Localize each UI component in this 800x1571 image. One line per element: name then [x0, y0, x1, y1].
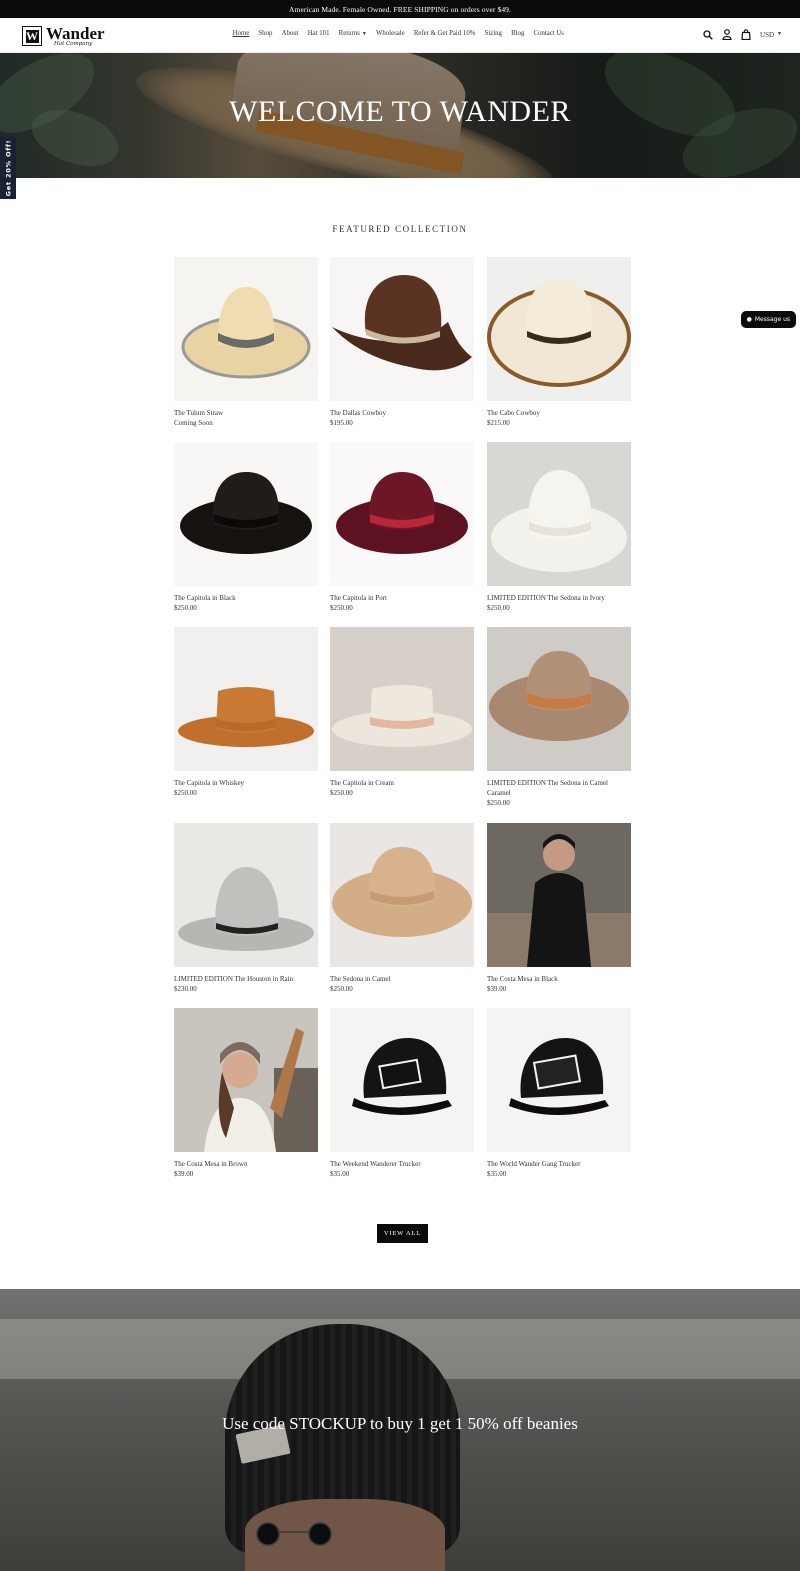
product-card[interactable]: LIMITED EDITION The Houston in Rain $230…: [174, 823, 318, 994]
hero-banner: WELCOME TO WANDER: [0, 53, 800, 178]
product-image[interactable]: [330, 823, 474, 967]
nav-refer[interactable]: Refer & Get Paid 10%: [409, 30, 480, 37]
message-us-button[interactable]: ● Message us: [740, 311, 796, 328]
product-image[interactable]: [487, 823, 631, 967]
product-image[interactable]: [174, 627, 318, 771]
product-title[interactable]: The Capitola in Whiskey: [174, 778, 318, 788]
product-card[interactable]: The Cabo Cowboy $215.00: [487, 257, 631, 428]
promo-text: Use code STOCKUP to buy 1 get 1 50% off …: [222, 1414, 578, 1433]
cart-icon[interactable]: [741, 29, 751, 40]
account-icon[interactable]: [722, 29, 732, 40]
product-price: $250.00: [330, 789, 353, 797]
product-card[interactable]: The Tulum Straw Coming Soon: [174, 257, 318, 428]
product-image[interactable]: [330, 1008, 474, 1152]
nav-returns[interactable]: Returns ▼: [334, 30, 371, 37]
product-price: $215.00: [487, 419, 510, 427]
chevron-down-icon: ▼: [361, 32, 367, 37]
nav-shop[interactable]: Shop: [254, 30, 277, 37]
product-image[interactable]: [174, 1008, 318, 1152]
product-image[interactable]: [487, 627, 631, 771]
product-card[interactable]: LIMITED EDITION The Sedona in Ivory $250…: [487, 442, 631, 613]
chat-icon: ●: [746, 316, 752, 323]
product-title[interactable]: LIMITED EDITION The Sedona in Ivory: [487, 593, 631, 603]
product-card[interactable]: LIMITED EDITION The Sedona in Camel Cara…: [487, 627, 631, 808]
product-title[interactable]: LIMITED EDITION The Sedona in Camel Cara…: [487, 778, 631, 798]
product-price: $250.00: [487, 604, 510, 612]
product-image[interactable]: [330, 442, 474, 586]
product-price: $250.00: [330, 985, 353, 993]
product-title[interactable]: The Tulum Straw: [174, 408, 318, 418]
logo-mark: W: [22, 26, 42, 46]
product-image[interactable]: [487, 257, 631, 401]
product-image[interactable]: [174, 823, 318, 967]
nav-home[interactable]: Home: [228, 30, 254, 37]
product-price: $195.00: [330, 419, 353, 427]
product-price: $230.00: [174, 985, 197, 993]
product-card[interactable]: The World Wander Gang Trucker $35.00: [487, 1008, 631, 1179]
product-card[interactable]: The Capitola in Black $250.00: [174, 442, 318, 613]
chevron-down-icon: ▼: [777, 32, 782, 37]
product-price: $250.00: [174, 789, 197, 797]
product-price: $250.00: [174, 604, 197, 612]
product-price: $250.00: [487, 799, 510, 807]
product-image[interactable]: [487, 442, 631, 586]
product-title[interactable]: The Weekend Wanderer Trucker: [330, 1159, 474, 1169]
header-icons: USD ▼: [703, 29, 782, 40]
product-image[interactable]: [174, 257, 318, 401]
main-nav: Home Shop About Hat 101 Returns ▼ Wholesa…: [228, 30, 569, 37]
product-title[interactable]: The Costa Mesa in Brown: [174, 1159, 318, 1169]
announcement-text: American Made. Female Owned. FREE SHIPPI…: [289, 4, 511, 14]
product-title[interactable]: The Capitola in Port: [330, 593, 474, 603]
product-card[interactable]: The Weekend Wanderer Trucker $35.00: [330, 1008, 474, 1179]
product-title[interactable]: The Costa Mesa in Black: [487, 974, 631, 984]
logo-tagline: Hat Company: [54, 40, 93, 47]
promo-banner: Use code STOCKUP to buy 1 get 1 50% off …: [0, 1289, 800, 1571]
product-title[interactable]: The Cabo Cowboy: [487, 408, 631, 418]
announcement-bar: American Made. Female Owned. FREE SHIPPI…: [0, 0, 800, 18]
product-grid: The Tulum Straw Coming Soon The Dallas C…: [174, 257, 631, 1192]
product-card[interactable]: The Capitola in Cream $250.00: [330, 627, 474, 798]
product-image[interactable]: [487, 1008, 631, 1152]
product-title[interactable]: The World Wander Gang Trucker: [487, 1159, 631, 1169]
product-card[interactable]: The Costa Mesa in Brown $39.00: [174, 1008, 318, 1179]
site-header: W Wander Hat Company Home Shop About Hat…: [0, 18, 800, 53]
product-title[interactable]: The Sedona in Camel: [330, 974, 474, 984]
search-icon[interactable]: [703, 29, 713, 40]
product-price: $250.00: [330, 604, 353, 612]
product-title[interactable]: The Capitola in Black: [174, 593, 318, 603]
product-title[interactable]: The Dallas Cowboy: [330, 408, 474, 418]
currency-selector[interactable]: USD ▼: [760, 31, 782, 39]
product-card[interactable]: The Capitola in Port $250.00: [330, 442, 474, 613]
nav-about[interactable]: About: [277, 30, 303, 37]
product-image[interactable]: [174, 442, 318, 586]
hero-title: WELCOME TO WANDER: [229, 95, 571, 128]
product-image[interactable]: [330, 257, 474, 401]
product-card[interactable]: The Sedona in Camel $250.00: [330, 823, 474, 994]
product-price: $35.00: [330, 1170, 350, 1178]
section-title: FEATURED COLLECTION: [332, 224, 468, 234]
product-title[interactable]: The Capitola in Cream: [330, 778, 474, 788]
product-price: $39.00: [174, 1170, 194, 1178]
product-price: $35.00: [487, 1170, 507, 1178]
product-card[interactable]: The Costa Mesa in Black $39.00: [487, 823, 631, 994]
discount-side-tab[interactable]: Get 20% Off!: [0, 137, 16, 199]
product-card[interactable]: The Dallas Cowboy $195.00: [330, 257, 474, 428]
nav-blog[interactable]: Blog: [507, 30, 529, 37]
view-all-button[interactable]: VIEW ALL: [377, 1224, 428, 1243]
product-card[interactable]: The Capitola in Whiskey $250.00: [174, 627, 318, 798]
product-price: $39.00: [487, 985, 507, 993]
product-title[interactable]: LIMITED EDITION The Houston in Rain: [174, 974, 318, 984]
nav-contact[interactable]: Contact Us: [529, 30, 569, 37]
product-price: Coming Soon: [174, 419, 213, 427]
logo-name: Wander: [46, 23, 105, 43]
product-image[interactable]: [330, 627, 474, 771]
nav-hat-101[interactable]: Hat 101: [303, 30, 334, 37]
nav-sizing[interactable]: Sizing: [480, 30, 507, 37]
nav-wholesale[interactable]: Wholesale: [371, 30, 409, 37]
logo[interactable]: W Wander Hat Company: [22, 25, 105, 47]
